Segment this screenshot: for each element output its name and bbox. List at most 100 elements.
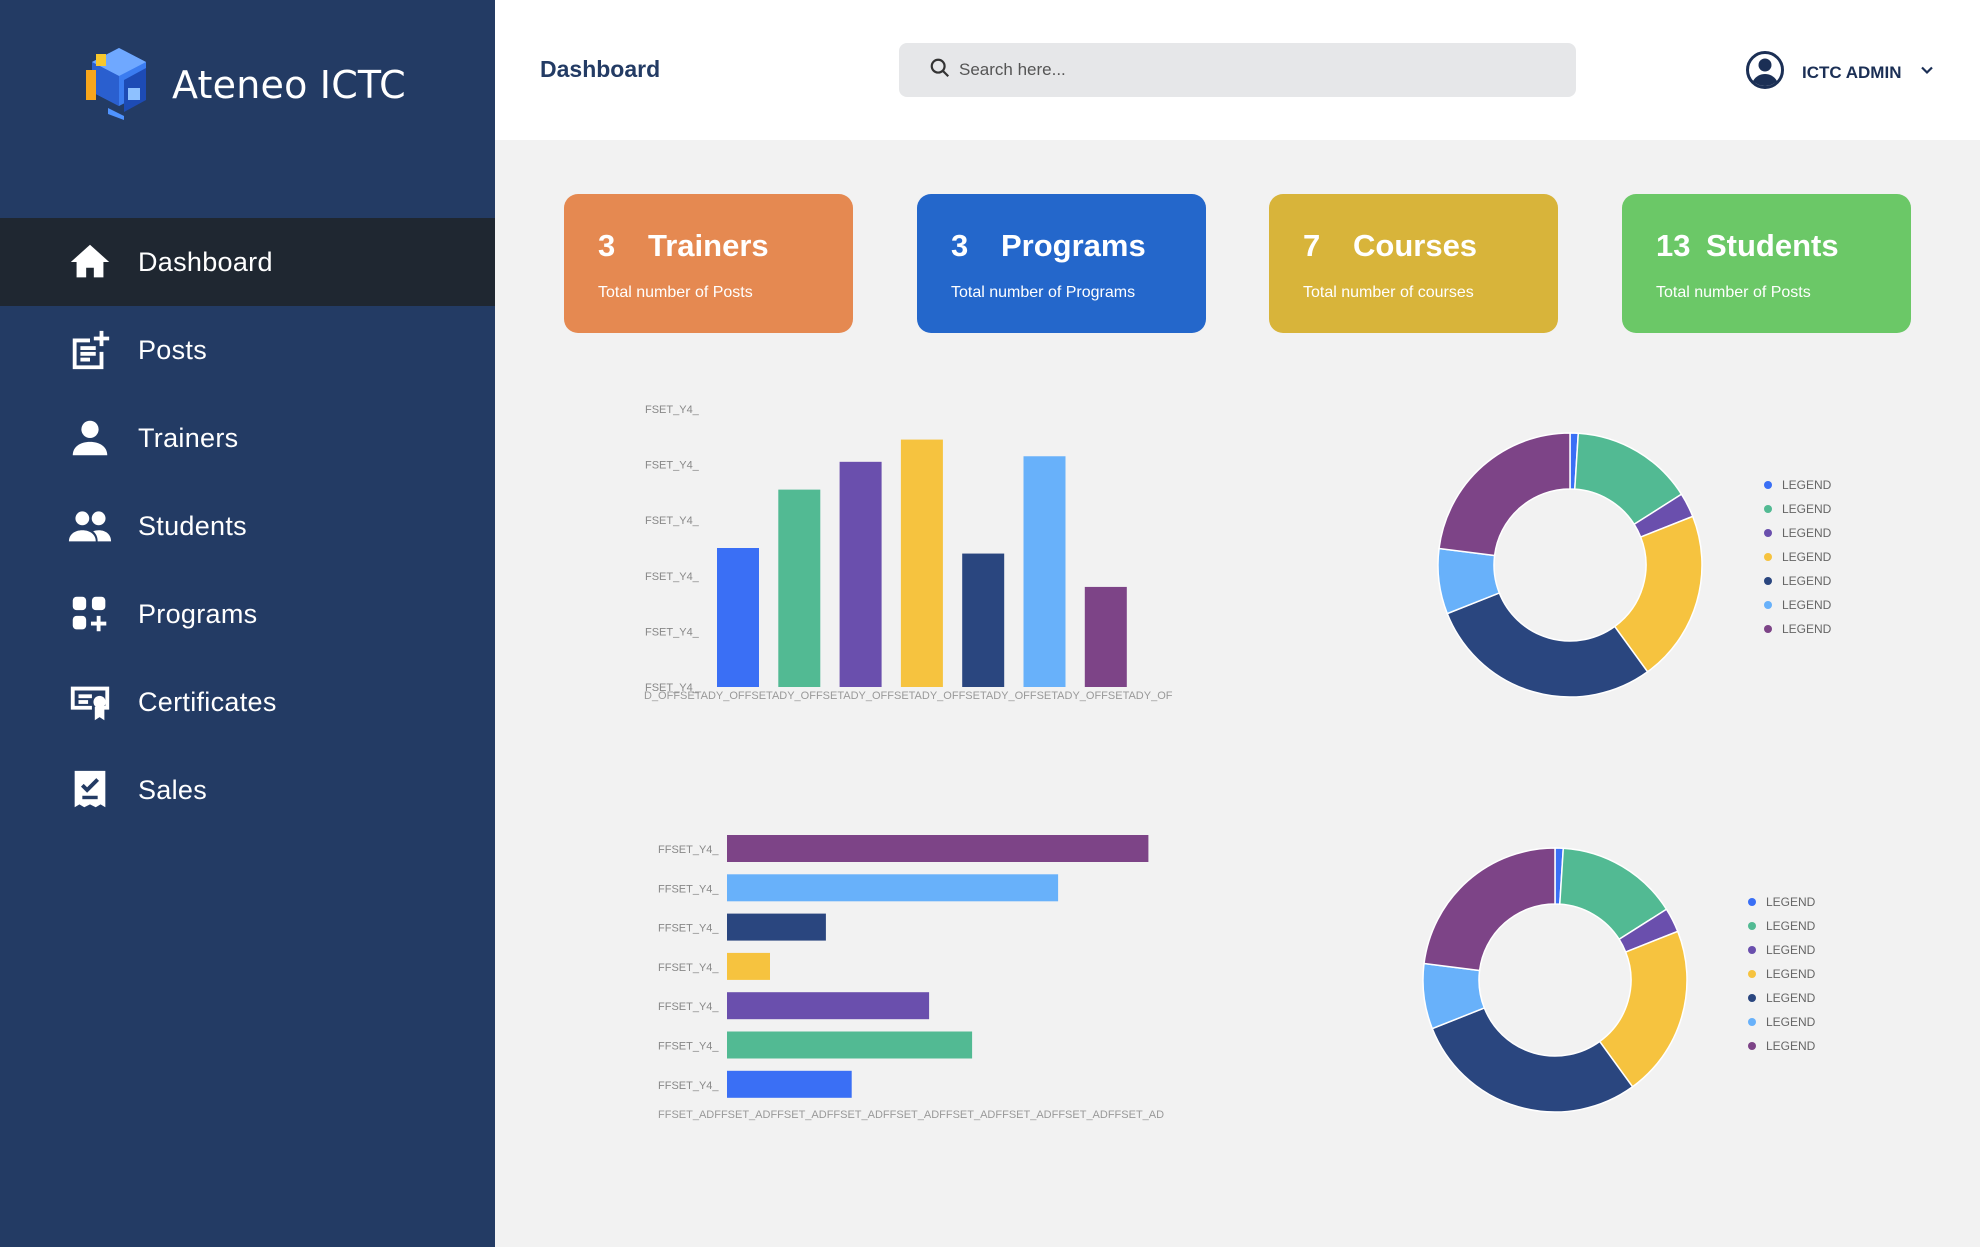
legend-label: LEGEND [1766, 919, 1816, 933]
legend-dot [1764, 601, 1772, 609]
legend-item[interactable]: LEGEND [1748, 986, 1815, 1010]
legend-label: LEGEND [1782, 550, 1832, 564]
legend-item[interactable]: LEGEND [1764, 497, 1831, 521]
search-input[interactable] [959, 60, 1559, 80]
legend-dot [1764, 505, 1772, 513]
card-subtitle: Total number of courses [1303, 284, 1474, 301]
sidebar-item-trainers[interactable]: Trainers [0, 394, 495, 482]
legend-dot [1748, 946, 1756, 954]
bar[interactable] [962, 553, 1005, 687]
legend-item[interactable]: LEGEND [1764, 521, 1831, 545]
bar[interactable] [727, 913, 826, 941]
legend-item[interactable]: LEGEND [1764, 545, 1831, 569]
sidebar-item-label: Certificates [138, 686, 277, 717]
sidebar: Ateneo ICTC Dashboard Posts Trainers Stu… [0, 0, 495, 1247]
search-bar[interactable] [899, 43, 1576, 97]
legend-item[interactable]: LEGEND [1748, 938, 1815, 962]
legend-dot [1748, 922, 1756, 930]
sidebar-item-label: Sales [138, 774, 208, 805]
legend-item[interactable]: LEGEND [1748, 1010, 1815, 1034]
legend-label: LEGEND [1782, 478, 1832, 492]
y-tick-label: FFSET_Y4_ [658, 1080, 719, 1092]
legend-item[interactable]: LEGEND [1764, 569, 1831, 593]
legend-item[interactable]: LEGEND [1764, 593, 1831, 617]
donut-slice[interactable] [1446, 592, 1649, 698]
logo[interactable]: Ateneo ICTC [84, 44, 406, 125]
bar[interactable] [727, 952, 770, 980]
legend-label: LEGEND [1782, 502, 1832, 516]
account-circle-icon [1745, 50, 1785, 95]
bar[interactable] [839, 461, 882, 687]
vertical-bar-chart-svg: FSET_Y4_ FSET_Y4_ FSET_Y4_ FSET_Y4_ FSET_Y4_… [644, 404, 1173, 702]
sidebar-item-posts[interactable]: Posts [0, 306, 495, 394]
legend-dot [1748, 898, 1756, 906]
legend-item[interactable]: LEGEND [1748, 890, 1815, 914]
sidebar-item-label: Posts [138, 334, 208, 365]
sidebar-item-programs[interactable]: Programs [0, 570, 495, 658]
bar[interactable] [1084, 586, 1127, 687]
app-name: Ateneo ICTC [172, 62, 406, 107]
bar[interactable] [727, 992, 930, 1020]
donut-legend-1: LEGEND LEGEND LEGEND LEGEND LEGEND LEGEND LEGE… [1764, 473, 1831, 641]
legend-item[interactable]: LEGEND [1748, 914, 1815, 938]
sidebar-item-students[interactable]: Students [0, 482, 495, 570]
group-icon [64, 500, 116, 552]
y-tick-label: FSET_Y4_ [645, 515, 700, 527]
receipt-check-icon [64, 764, 116, 816]
bar[interactable] [778, 489, 821, 687]
trainers-card[interactable]: 3 Trainers Total number of Posts [564, 194, 853, 333]
legend-item[interactable]: LEGEND [1764, 617, 1831, 641]
legend-label: LEGEND [1782, 622, 1832, 636]
home-icon [64, 236, 116, 288]
donut-chart-2 [1415, 840, 1695, 1120]
search-icon [929, 57, 951, 84]
top-header: Dashboard ICTC ADMIN [495, 0, 1980, 140]
donut-slice[interactable] [1431, 1007, 1634, 1113]
legend-item[interactable]: LEGEND [1748, 1034, 1815, 1058]
legend-label: LEGEND [1766, 967, 1816, 981]
card-count: 13 [1656, 228, 1691, 263]
card-title: Programs [1001, 228, 1146, 263]
legend-item[interactable]: LEGEND [1764, 473, 1831, 497]
legend-label: LEGEND [1782, 526, 1832, 540]
post-add-icon [64, 324, 116, 376]
sidebar-item-sales[interactable]: Sales [0, 746, 495, 834]
chevron-down-icon[interactable] [1919, 62, 1935, 83]
legend-dot [1764, 577, 1772, 585]
card-count: 7 [1303, 228, 1321, 263]
card-subtitle: Total number of Posts [1656, 284, 1811, 301]
sidebar-item-label: Programs [138, 598, 258, 629]
donut-slice[interactable] [1423, 847, 1556, 972]
y-tick-label: FSET_Y4_ [645, 404, 700, 416]
bar[interactable] [717, 548, 759, 687]
bar[interactable] [727, 835, 1149, 862]
bar[interactable] [1023, 456, 1066, 687]
courses-card[interactable]: 7 Courses Total number of courses [1269, 194, 1558, 333]
donut-slice[interactable] [1438, 432, 1571, 557]
sidebar-item-certificates[interactable]: Certificates [0, 658, 495, 746]
legend-dot [1748, 994, 1756, 1002]
horizontal-bar-chart: FFSET_Y4_ FFSET_Y4_ FFSET_Y4_ FFSET_Y4_ FFSE… [650, 828, 1190, 1128]
x-tick-labels: D_OFFSETADY_OFFSETADY_OFFSETADY_OFFSETAD… [644, 690, 1173, 702]
card-count: 3 [951, 228, 969, 263]
legend-item[interactable]: LEGEND [1748, 962, 1815, 986]
y-tick-label: FFSET_Y4_ [658, 883, 719, 895]
legend-dot [1748, 1042, 1756, 1050]
legend-dot [1764, 529, 1772, 537]
user-menu[interactable]: ICTC ADMIN [1745, 50, 1935, 95]
legend-dot [1748, 970, 1756, 978]
sidebar-item-dashboard[interactable]: Dashboard [0, 218, 495, 306]
programs-card[interactable]: 3 Programs Total number of Programs [917, 194, 1206, 333]
bar[interactable] [727, 874, 1059, 902]
bar[interactable] [900, 439, 943, 687]
card-subtitle: Total number of Posts [598, 284, 753, 301]
bar[interactable] [727, 1070, 852, 1098]
legend-label: LEGEND [1766, 1015, 1816, 1029]
legend-dot [1764, 553, 1772, 561]
students-card[interactable]: 13 Students Total number of Posts [1622, 194, 1911, 333]
card-title: Trainers [648, 228, 769, 263]
donut-chart-2-svg [1422, 847, 1688, 1113]
y-tick-label: FFSET_Y4_ [658, 844, 719, 856]
legend-label: LEGEND [1766, 895, 1816, 909]
bar[interactable] [727, 1031, 973, 1059]
